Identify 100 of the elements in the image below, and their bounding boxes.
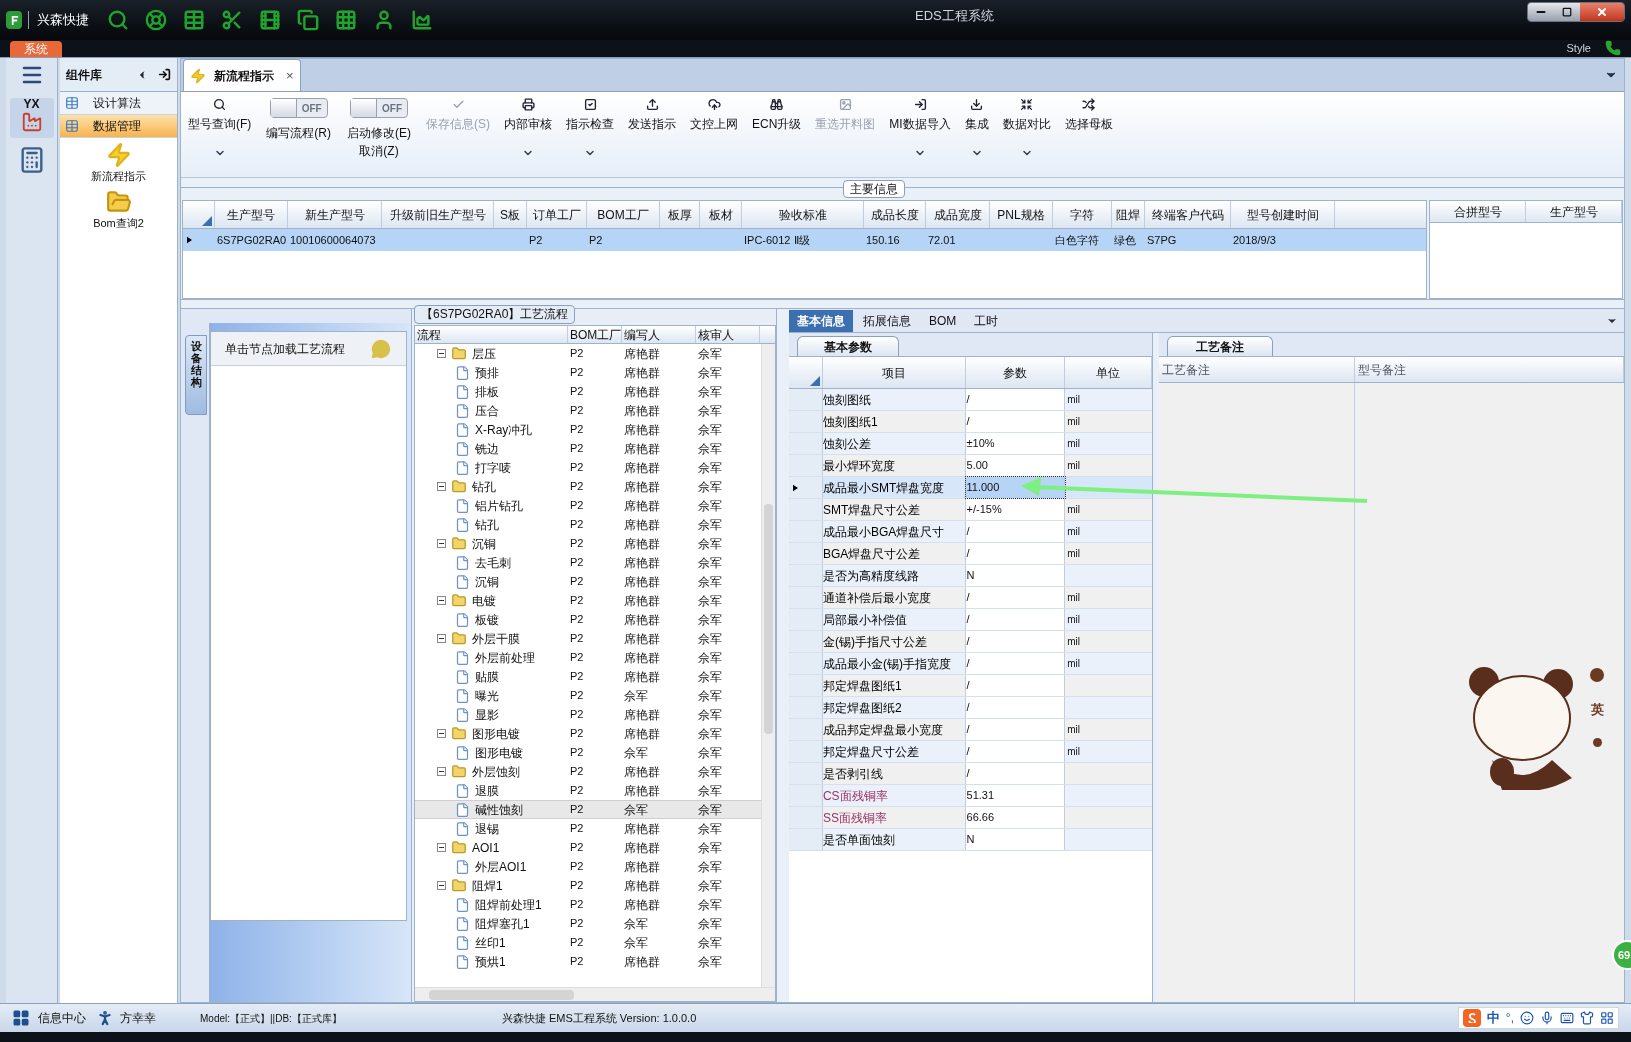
quick-access-button[interactable] xyxy=(145,9,167,31)
quick-access-button[interactable] xyxy=(107,9,129,31)
toolbar-button[interactable]: 指示检查 xyxy=(566,98,614,133)
toolbar-button[interactable]: 型号查询(F) xyxy=(188,98,252,133)
tree-row[interactable]: 预排 P2 席艳群 佘军 xyxy=(415,363,761,382)
tree-row[interactable]: 丝印1 P2 佘军 佘军 xyxy=(415,933,761,952)
collapse-box-icon[interactable] xyxy=(437,767,446,776)
collapse-box-icon[interactable] xyxy=(437,539,446,548)
ime-tool-icon[interactable] xyxy=(1600,1011,1614,1025)
collapse-box-icon[interactable] xyxy=(437,729,446,738)
table-row[interactable]: SMT焊盘尺寸公差 +/-15% mil xyxy=(789,499,1152,521)
quick-access-button[interactable] xyxy=(335,9,357,31)
maximize-button[interactable] xyxy=(1554,3,1580,21)
style-selector[interactable]: Style xyxy=(1566,39,1591,56)
column-header[interactable]: 合拼型号 xyxy=(1430,201,1526,222)
table-row[interactable]: 蚀刻图纸 / mil xyxy=(789,389,1152,411)
tree-row[interactable]: 阻焊塞孔1 P2 佘军 佘军 xyxy=(415,914,761,933)
table-row[interactable]: 金(锡)手指尺寸公差 / mil xyxy=(789,631,1152,653)
column-header[interactable]: S板 xyxy=(494,201,527,228)
tree-row[interactable]: 阻焊前处理1 P2 席艳群 佘军 xyxy=(415,895,761,914)
section-tab[interactable]: 工艺备注 xyxy=(1167,336,1273,356)
tree-row[interactable]: 排板 P2 席艳群 佘军 xyxy=(415,382,761,401)
quick-access-button[interactable] xyxy=(259,9,281,31)
tree-row[interactable]: 外层蚀刻 P2 席艳群 佘军 xyxy=(415,762,761,781)
table-row[interactable]: 成品最小SMT焊盘宽度 11.000 xyxy=(789,477,1152,499)
collapse-box-icon[interactable] xyxy=(437,881,446,890)
tree-row[interactable]: 去毛刺 P2 席艳群 佘军 xyxy=(415,553,761,572)
horizontal-scrollbar[interactable] xyxy=(415,987,775,1001)
tree-row[interactable]: 退膜 P2 席艳群 佘军 xyxy=(415,781,761,800)
column-header[interactable]: 订单工厂 xyxy=(527,201,587,228)
quick-access-button[interactable] xyxy=(221,9,243,31)
section-tab[interactable]: 基本参数 xyxy=(797,336,899,356)
ime-punctuation[interactable]: °, xyxy=(1505,1009,1514,1027)
detail-tab[interactable]: 基本信息 xyxy=(789,310,853,332)
tool-item[interactable]: Bom查询2 xyxy=(60,188,177,231)
tree-row[interactable]: 图形电镀 P2 佘军 佘军 xyxy=(415,743,761,762)
detail-tab[interactable]: 拓展信息 xyxy=(855,310,919,332)
ime-tool-icon[interactable] xyxy=(1540,1011,1554,1025)
collapse-box-icon[interactable] xyxy=(437,349,446,358)
column-header[interactable]: 验收标准 xyxy=(742,201,864,228)
tree-row[interactable]: 外层干膜 P2 席艳群 佘军 xyxy=(415,629,761,648)
column-header[interactable]: 型号创建时间 xyxy=(1231,201,1335,228)
tree-row[interactable]: 打字唛 P2 席艳群 佘军 xyxy=(415,458,761,477)
toolbar-button[interactable]: 集成 xyxy=(964,98,989,133)
ime-tool-icon[interactable] xyxy=(1560,1011,1574,1025)
column-header[interactable]: 成品长度 xyxy=(864,201,926,228)
column-header[interactable]: PNL规格 xyxy=(990,201,1053,228)
table-row[interactable]: SS面残铜率 66.66 xyxy=(789,807,1152,829)
tree-row[interactable]: 碱性蚀刻 P2 佘军 佘军 xyxy=(415,800,761,819)
table-row[interactable]: 成品邦定焊盘最小宽度 / mil xyxy=(789,719,1152,741)
tree-row[interactable]: 沉铜 P2 席艳群 佘军 xyxy=(415,572,761,591)
column-header[interactable]: 单位 xyxy=(1065,357,1152,388)
column-header[interactable]: 生产型号 xyxy=(215,201,288,228)
table-row[interactable]: 是否为高精度线路 N xyxy=(789,565,1152,587)
table-row[interactable]: 局部最小补偿值 / mil xyxy=(789,609,1152,631)
tree-row[interactable]: 电镀 P2 席艳群 佘军 xyxy=(415,591,761,610)
tree-row[interactable]: 沉铜 P2 席艳群 佘军 xyxy=(415,534,761,553)
tree-row[interactable]: 外层AOI1 P2 席艳群 佘军 xyxy=(415,857,761,876)
table-row[interactable]: 是否剥引线 / xyxy=(789,763,1152,785)
column-header[interactable]: 终端客户代码 xyxy=(1145,201,1231,228)
column-header[interactable]: 项目 xyxy=(822,357,966,388)
sidebar-item[interactable]: 设计算法 xyxy=(60,92,177,115)
column-header[interactable]: 板厚 xyxy=(660,201,700,228)
table-row[interactable]: BGA焊盘尺寸公差 / mil xyxy=(789,543,1152,565)
factory-app-button[interactable]: YX xyxy=(9,98,54,138)
toolbar-button[interactable]: 发送指示 xyxy=(628,98,676,133)
tree-row[interactable]: AOI1 P2 席艳群 佘军 xyxy=(415,838,761,857)
column-header[interactable]: 新生产型号 xyxy=(288,201,382,228)
tree-row[interactable]: 铝片钻孔 P2 席艳群 佘军 xyxy=(415,496,761,515)
table-row[interactable]: 通道补偿后最小宽度 / mil xyxy=(789,587,1152,609)
ime-toolbar[interactable]: 中 °, xyxy=(1457,1007,1619,1029)
tree-row[interactable]: 贴膜 P2 席艳群 佘军 xyxy=(415,667,761,686)
collapse-box-icon[interactable] xyxy=(437,634,446,643)
quick-access-button[interactable] xyxy=(373,9,395,31)
collapse-box-icon[interactable] xyxy=(437,482,446,491)
vertical-tab[interactable]: 设备结构 xyxy=(185,335,207,415)
column-header[interactable]: 参数 xyxy=(965,357,1066,388)
ime-language[interactable]: 中 xyxy=(1486,1008,1500,1028)
column-header[interactable]: 流程 xyxy=(415,326,568,343)
toolbar-button[interactable]: ECN升级 xyxy=(752,98,802,133)
table-row[interactable]: 成品最小BGA焊盘尺寸 / mil xyxy=(789,521,1152,543)
pin-button[interactable] xyxy=(158,68,171,81)
table-row[interactable]: 蚀刻图纸1 / mil xyxy=(789,411,1152,433)
quick-access-button[interactable] xyxy=(411,9,433,31)
tree-row[interactable]: 阻焊1 P2 席艳群 佘军 xyxy=(415,876,761,895)
table-row[interactable]: 蚀刻公差 ±10% mil xyxy=(789,433,1152,455)
toolbar-button[interactable]: 数据对比 xyxy=(1002,98,1051,133)
tree-row[interactable]: 铣边 P2 席艳群 佘军 xyxy=(415,439,761,458)
sidebar-item[interactable]: 数据管理 xyxy=(60,115,177,138)
table-row[interactable]: 成品最小金(锡)手指宽度 / mil xyxy=(789,653,1152,675)
table-row[interactable]: 最小焊环宽度 5.00 mil xyxy=(789,455,1152,477)
column-header[interactable]: 核审人 xyxy=(696,326,760,343)
toolbar-button[interactable]: 文控上网 xyxy=(690,98,738,133)
column-header[interactable]: 板材 xyxy=(700,201,742,228)
tree-row[interactable]: 钻孔 P2 席艳群 佘军 xyxy=(415,515,761,534)
column-header[interactable]: 编写人 xyxy=(622,326,696,343)
table-row[interactable]: 6S7PG02RA0 10010600064073 P2 P2 IPC-6012 Ⅱ级 150.16 72.01 白色字符 绿色 S7PG 2018/9/3 xyxy=(183,229,1426,251)
column-header[interactable]: 生产型号 xyxy=(1526,201,1622,222)
column-header[interactable]: BOM工厂 xyxy=(587,201,660,228)
tree-row[interactable]: 显影 P2 席艳群 佘军 xyxy=(415,705,761,724)
